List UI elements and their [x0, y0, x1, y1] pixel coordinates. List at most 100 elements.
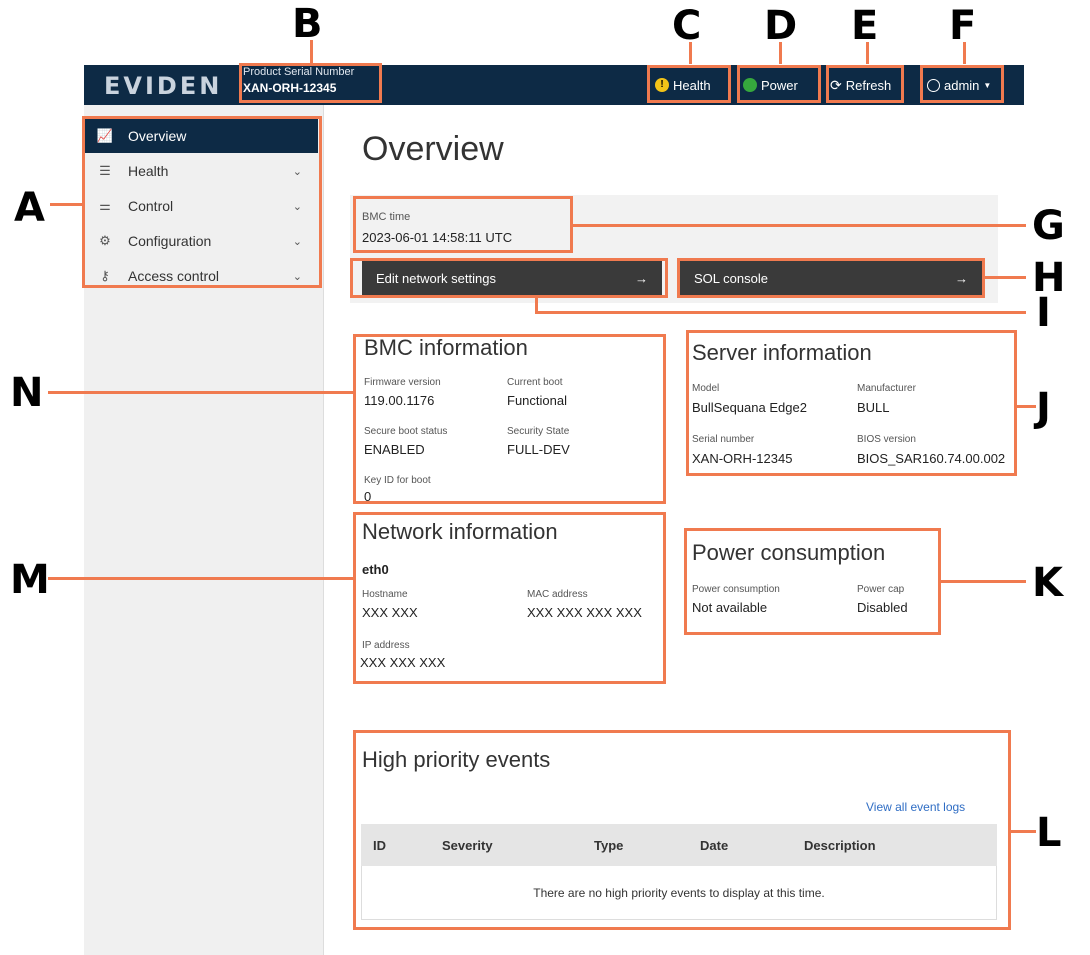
manufacturer-label: Manufacturer — [857, 383, 916, 394]
model-value: BullSequana Edge2 — [692, 400, 807, 415]
serial-label: Product Serial Number — [243, 66, 355, 78]
product-serial-number: Product Serial Number XAN-ORH-12345 — [243, 66, 354, 95]
page-title: Overview — [362, 130, 504, 168]
firmware-version-label: Firmware version — [364, 377, 441, 388]
leader-j — [1017, 405, 1036, 408]
manufacturer-value: BULL — [857, 400, 890, 415]
ip-address-label: IP address — [362, 640, 410, 651]
callout-a: A — [14, 185, 45, 231]
power-consumption-title: Power consumption — [692, 540, 886, 565]
high-priority-events-title: High priority events — [362, 747, 551, 772]
column-header-severity[interactable]: Severity — [442, 838, 493, 853]
callout-m: M — [10, 557, 50, 603]
power-consumption-label: Power consumption — [692, 584, 780, 595]
sidebar-item-configuration[interactable]: ⚙ Configuration ⌄ — [84, 224, 318, 258]
callout-l: L — [1036, 810, 1062, 856]
column-header-type[interactable]: Type — [594, 838, 623, 853]
sidebar-item-label: Access control — [128, 268, 220, 284]
network-information-title: Network information — [362, 519, 558, 544]
empty-events-message: There are no high priority events to dis… — [533, 886, 825, 900]
secure-boot-value: ENABLED — [364, 442, 425, 457]
power-cap-label: Power cap — [857, 584, 905, 595]
sidebar-item-label: Health — [128, 163, 169, 179]
power-consumption-value: Not available — [692, 600, 768, 615]
health-button[interactable]: ! Health — [655, 74, 711, 96]
key-id-value: 0 — [364, 489, 372, 504]
leader-g — [573, 224, 1026, 227]
leader-h — [985, 276, 1026, 279]
sol-console-label: SOL console — [694, 270, 768, 286]
mac-address-label: MAC address — [527, 589, 588, 600]
bios-version-value: BIOS_SAR160.74.00.002 — [857, 451, 1006, 466]
arrow-right-icon: → — [955, 270, 968, 286]
current-boot-value: Functional — [507, 393, 567, 408]
caret-down-icon: ▼ — [983, 80, 992, 90]
sol-console-button[interactable]: SOL console → — [680, 261, 982, 295]
callout-g: G — [1032, 203, 1065, 249]
serial-number-value: XAN-ORH-12345 — [692, 451, 793, 466]
chevron-down-icon: ⌄ — [292, 270, 302, 283]
column-header-description[interactable]: Description — [804, 838, 876, 853]
firmware-version-value: 119.00.1176 — [364, 393, 435, 408]
sidebar-item-health[interactable]: ☰ Health ⌄ — [84, 154, 318, 188]
sidebar-item-overview[interactable]: 📈 Overview — [84, 119, 318, 153]
key-icon: ⚷ — [100, 268, 110, 283]
hostname-value: XXX XXX — [362, 605, 418, 620]
warning-icon: ! — [655, 78, 669, 92]
bios-version-label: BIOS version — [857, 434, 916, 445]
status-ok-icon — [743, 78, 757, 92]
bmc-time-value: 2023-06-01 14:58:11 UTC — [362, 230, 513, 245]
server-information-title: Server information — [692, 340, 872, 365]
eviden-logo[interactable]: EVIDEN — [104, 72, 222, 100]
arrow-right-icon: → — [635, 270, 648, 286]
callout-j: J — [1036, 385, 1051, 431]
serial-value: XAN-ORH-12345 — [243, 81, 337, 95]
bmc-time-label: BMC time — [362, 211, 411, 223]
view-all-event-logs-link[interactable]: View all event logs — [866, 800, 965, 814]
clipboard-icon: ☰ — [99, 163, 111, 178]
sidebar-item-label: Configuration — [128, 233, 212, 249]
power-cap-value: Disabled — [857, 600, 908, 615]
column-header-id[interactable]: ID — [373, 838, 386, 853]
leader-a — [50, 203, 82, 206]
bmc-information-title: BMC information — [364, 335, 528, 360]
user-icon — [927, 78, 940, 92]
mac-address-value: XXX XXX XXX XXX — [527, 605, 642, 620]
sidebar-item-access-control[interactable]: ⚷ Access control ⌄ — [84, 259, 318, 293]
callout-n: N — [10, 370, 44, 416]
user-menu-button[interactable]: admin ▼ — [927, 74, 991, 96]
leader-m — [48, 577, 353, 580]
chart-line-icon: 📈 — [96, 128, 114, 143]
serial-number-label: Serial number — [692, 434, 755, 445]
callout-f: F — [949, 3, 977, 49]
callout-i: I — [1036, 290, 1051, 336]
secure-boot-label: Secure boot status — [364, 426, 448, 437]
sliders-icon: ⚌ — [99, 198, 111, 213]
power-button[interactable]: Power — [743, 74, 798, 96]
chevron-down-icon: ⌄ — [292, 200, 302, 213]
user-label: admin — [944, 77, 980, 93]
refresh-icon: ⟳ — [830, 76, 842, 93]
ip-address-value: XXX XXX XXX — [360, 655, 446, 670]
refresh-button[interactable]: ⟳ Refresh — [830, 74, 891, 96]
leader-k — [941, 580, 1026, 583]
sidebar-item-label: Overview — [128, 128, 187, 144]
key-id-label: Key ID for boot — [364, 475, 431, 486]
hostname-label: Hostname — [362, 589, 408, 600]
callout-k: K — [1032, 560, 1063, 606]
power-label: Power — [761, 77, 798, 93]
column-header-date[interactable]: Date — [700, 838, 728, 853]
interface-name: eth0 — [362, 562, 389, 577]
callout-c: C — [672, 3, 702, 49]
edit-network-settings-button[interactable]: Edit network settings → — [362, 261, 662, 295]
gear-icon: ⚙ — [99, 233, 111, 248]
edit-network-label: Edit network settings — [376, 270, 496, 286]
chevron-down-icon: ⌄ — [292, 165, 302, 178]
model-label: Model — [692, 383, 720, 394]
sidebar-item-control[interactable]: ⚌ Control ⌄ — [84, 189, 318, 223]
callout-b: B — [292, 1, 323, 47]
leader-l — [1011, 830, 1036, 833]
chevron-down-icon: ⌄ — [292, 235, 302, 248]
callout-d: D — [764, 3, 798, 49]
security-state-label: Security State — [507, 426, 570, 437]
